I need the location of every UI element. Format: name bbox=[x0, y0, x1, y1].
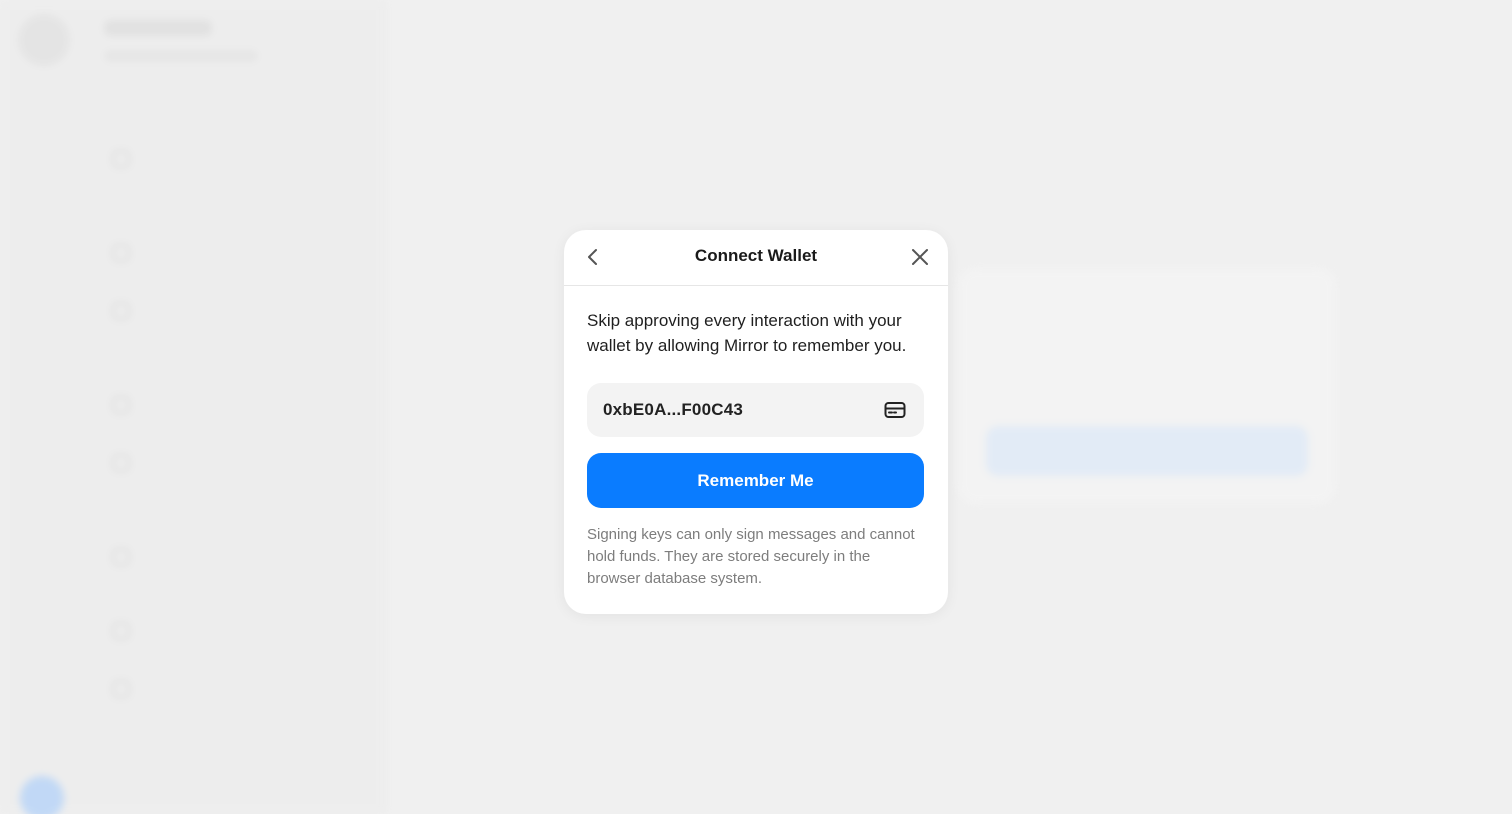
avatar bbox=[18, 14, 70, 66]
chevron-left-icon bbox=[588, 249, 597, 265]
wallet-address: 0xbE0A...F00C43 bbox=[603, 400, 744, 419]
brand-sub-placeholder bbox=[104, 50, 258, 62]
app-window: Connect Wallet Skip approving every inte… bbox=[0, 0, 1512, 814]
sidebar-item bbox=[112, 148, 130, 170]
nav-icon bbox=[112, 150, 130, 168]
learn-more-button bbox=[986, 426, 1308, 476]
sidebar-item bbox=[112, 394, 130, 416]
sidebar-item bbox=[112, 620, 130, 642]
connect-wallet-modal: Connect Wallet Skip approving every inte… bbox=[564, 230, 948, 614]
nav-icon bbox=[112, 680, 130, 698]
remember-me-button[interactable]: Remember Me bbox=[587, 453, 924, 508]
sidebar-item bbox=[112, 452, 130, 474]
brand-name-placeholder bbox=[104, 20, 212, 36]
nav-icon bbox=[112, 244, 130, 262]
learn-more-card bbox=[958, 268, 1336, 504]
floating-action-button bbox=[20, 776, 64, 814]
nav-icon bbox=[112, 302, 130, 320]
modal-description: Skip approving every interaction with yo… bbox=[587, 311, 907, 355]
modal-header: Connect Wallet bbox=[564, 230, 948, 286]
wallet-icon bbox=[883, 399, 907, 421]
close-icon bbox=[912, 249, 928, 265]
close-button[interactable] bbox=[907, 244, 933, 270]
wallet-address-field[interactable]: 0xbE0A...F00C43 bbox=[587, 383, 924, 437]
signing-keys-note: Signing keys can only sign messages and … bbox=[587, 526, 915, 587]
back-button[interactable] bbox=[580, 244, 606, 270]
sidebar bbox=[0, 0, 386, 814]
nav-icon bbox=[112, 396, 130, 414]
sidebar-item bbox=[112, 546, 130, 568]
sidebar-item bbox=[112, 678, 130, 700]
nav-icon bbox=[112, 454, 130, 472]
sidebar-item bbox=[112, 242, 130, 264]
sidebar-item bbox=[112, 300, 130, 322]
modal-title: Connect Wallet bbox=[694, 246, 818, 265]
nav-icon bbox=[112, 622, 130, 640]
nav-icon bbox=[112, 548, 130, 566]
